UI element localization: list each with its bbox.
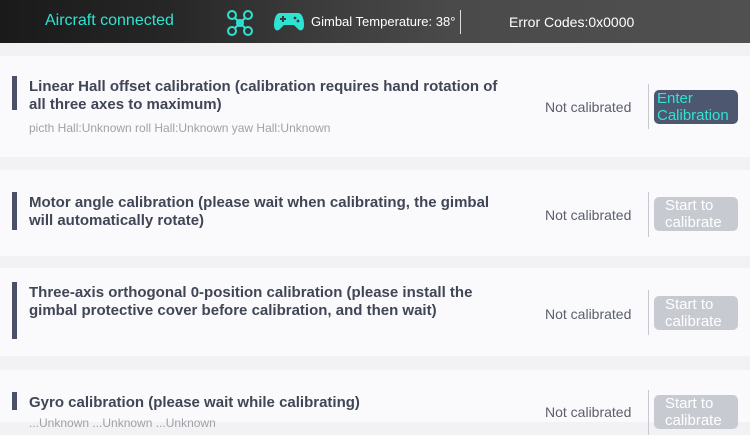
calibration-card-motor-angle: Motor angle calibration (please wait whe… xyxy=(0,170,750,256)
divider xyxy=(648,84,649,129)
card-accent-bar xyxy=(12,76,17,110)
enter-calibration-button[interactable]: Enter Calibration xyxy=(654,90,738,124)
divider xyxy=(648,192,649,237)
connection-status: Aircraft connected xyxy=(45,12,174,29)
calibration-title: Gyro calibration (please wait while cali… xyxy=(29,394,360,411)
calibration-card-three-axis: Three-axis orthogonal 0-position calibra… xyxy=(0,268,750,356)
calibration-title: Three-axis orthogonal 0-position calibra… xyxy=(29,284,473,319)
divider xyxy=(648,290,649,335)
start-calibration-button[interactable]: Start to calibrate xyxy=(654,197,738,231)
top-status-bar: Aircraft connected Gimbal Temperature: 3… xyxy=(0,0,750,43)
start-calibration-button[interactable]: Start to calibrate xyxy=(654,296,738,330)
calibration-status: Not calibrated xyxy=(545,99,632,115)
hall-status-detail: picth Hall:Unknown roll Hall:Unknown yaw… xyxy=(29,121,331,135)
error-codes: Error Codes:0x0000 xyxy=(509,14,635,30)
calibration-status: Not calibrated xyxy=(545,207,632,223)
calibration-card-linear-hall: Linear Hall offset calibration (calibrat… xyxy=(0,56,750,157)
gyro-status-detail: ...Unknown ...Unknown ...Unknown xyxy=(29,416,216,430)
calibration-title: Linear Hall offset calibration (calibrat… xyxy=(29,78,498,113)
calibration-status: Not calibrated xyxy=(545,404,632,420)
drone-icon[interactable] xyxy=(226,9,254,37)
gimbal-temperature: Gimbal Temperature: 38° xyxy=(311,14,456,29)
divider xyxy=(648,390,649,435)
calibration-status: Not calibrated xyxy=(545,306,632,322)
card-accent-bar xyxy=(12,392,17,410)
card-accent-bar xyxy=(12,192,17,230)
start-calibration-button[interactable]: Start to calibrate xyxy=(654,395,738,429)
calibration-title: Motor angle calibration (please wait whe… xyxy=(29,194,490,229)
card-accent-bar xyxy=(12,282,17,339)
gamepad-icon[interactable] xyxy=(273,11,305,33)
calibration-card-gyro: Gyro calibration (please wait while cali… xyxy=(0,370,750,435)
text-cursor xyxy=(460,10,461,34)
